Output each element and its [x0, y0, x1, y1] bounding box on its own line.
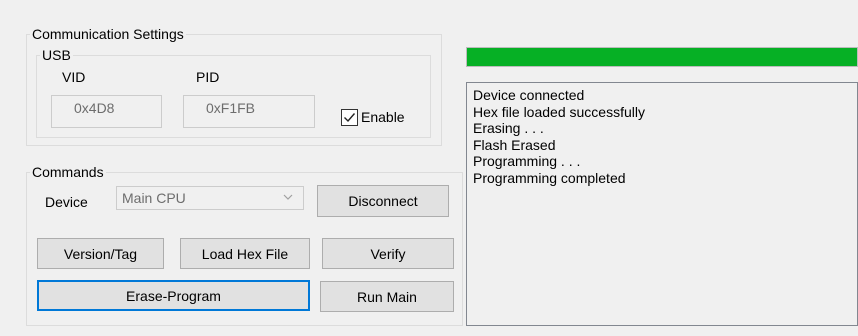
enable-label[interactable]: Enable — [361, 108, 405, 126]
vid-label: VID — [62, 69, 86, 85]
log-output[interactable]: Device connected Hex file loaded successf… — [466, 82, 858, 326]
log-line: Hex file loaded successfully — [473, 103, 645, 120]
log-line: Programming . . . — [473, 153, 581, 169]
run-main-button[interactable]: Run Main — [320, 281, 454, 312]
erase-program-button[interactable]: Erase-Program — [37, 280, 310, 311]
device-dropdown[interactable]: Main CPU — [116, 186, 304, 210]
log-line: Device connected — [473, 87, 585, 103]
commands-title: Commands — [30, 164, 106, 180]
pid-label: PID — [196, 69, 220, 85]
device-selected-value: Main CPU — [122, 190, 186, 206]
enable-checkbox[interactable] — [341, 109, 358, 126]
device-label: Device — [45, 194, 88, 210]
load-hex-file-button[interactable]: Load Hex File — [180, 238, 310, 269]
pid-field[interactable]: 0xF1FB — [183, 95, 315, 128]
version-tag-button[interactable]: Version/Tag — [37, 238, 164, 269]
chevron-down-icon — [283, 194, 293, 200]
usb-title: USB — [40, 47, 73, 63]
vid-field[interactable]: 0x4D8 — [51, 95, 162, 128]
verify-button[interactable]: Verify — [322, 238, 454, 269]
log-line: Erasing . . . — [473, 120, 544, 136]
progress-bar — [466, 47, 858, 67]
log-line: Flash Erased — [473, 136, 556, 153]
disconnect-button[interactable]: Disconnect — [317, 185, 449, 217]
communication-settings-title: Communication Settings — [30, 26, 186, 42]
checkmark-icon — [344, 113, 356, 123]
log-line: Programming completed — [473, 169, 626, 186]
progress-fill — [467, 48, 857, 66]
